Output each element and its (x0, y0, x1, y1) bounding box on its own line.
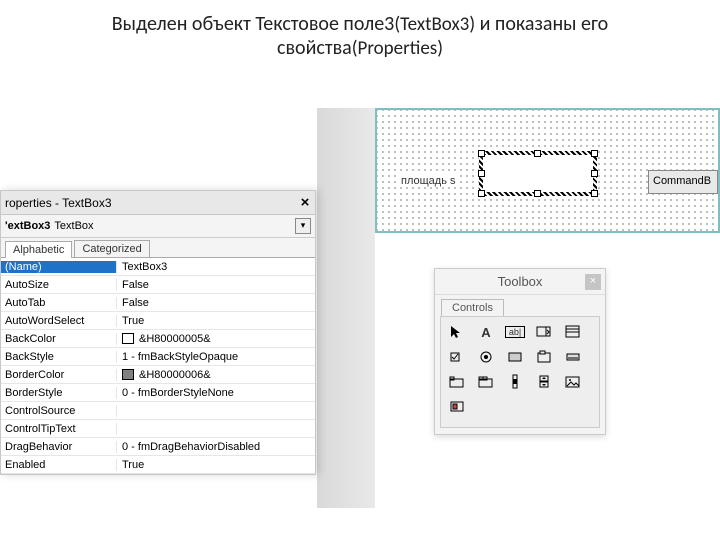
color-swatch (122, 333, 134, 344)
property-value[interactable]: &H80000006& (117, 369, 315, 381)
properties-tabs: Alphabetic Categorized (1, 238, 315, 258)
image-icon[interactable] (562, 372, 584, 392)
property-value[interactable]: &H80000005& (117, 333, 315, 345)
object-selector[interactable]: 'extBox3 TextBox ▾ (1, 215, 315, 238)
property-value[interactable]: 1 - fmBackStyleOpaque (117, 351, 315, 363)
property-name: BackStyle (1, 351, 117, 363)
property-row[interactable]: DragBehavior0 - fmDragBehaviorDisabled (1, 438, 315, 456)
label-icon[interactable]: A (475, 322, 497, 342)
property-name: AutoTab (1, 297, 117, 309)
command-button[interactable]: CommandB (648, 170, 718, 194)
object-name: 'extBox3 (5, 220, 50, 232)
property-name: BorderStyle (1, 387, 117, 399)
properties-titlebar[interactable]: roperties - TextBox3 × (1, 191, 315, 215)
toolbox-titlebar[interactable]: Toolbox × (435, 269, 605, 295)
dropdown-icon[interactable]: ▾ (295, 218, 311, 234)
toolbox-body: A ab| (440, 316, 600, 428)
property-name: Enabled (1, 459, 117, 471)
property-row[interactable]: BorderColor&H80000006& (1, 366, 315, 384)
property-value[interactable]: False (117, 297, 315, 309)
combobox-icon[interactable] (533, 322, 555, 342)
property-value[interactable]: 0 - fmBorderStyleNone (117, 387, 315, 399)
commandbutton-icon[interactable] (562, 347, 584, 367)
property-row[interactable]: EnabledTrue (1, 456, 315, 474)
property-row[interactable]: ControlTipText (1, 420, 315, 438)
property-row[interactable]: BackColor&H80000005& (1, 330, 315, 348)
resize-handle[interactable] (478, 170, 485, 177)
property-name: DragBehavior (1, 441, 117, 453)
property-value[interactable]: True (117, 315, 315, 327)
togglebutton-icon[interactable] (504, 347, 526, 367)
property-row[interactable]: (Name)TextBox3 (1, 258, 315, 276)
spinbutton-icon[interactable] (533, 372, 555, 392)
resize-handle[interactable] (591, 190, 598, 197)
property-name: AutoWordSelect (1, 315, 117, 327)
toolbox-panel[interactable]: Toolbox × Controls A ab| (434, 268, 606, 435)
resize-handle[interactable] (591, 150, 598, 157)
form-label: площадь s (399, 175, 458, 187)
gutter (317, 108, 375, 508)
property-name: BorderColor (1, 369, 117, 381)
close-icon[interactable]: × (295, 194, 315, 211)
resize-handle[interactable] (478, 150, 485, 157)
property-name: ControlSource (1, 405, 117, 417)
property-row[interactable]: ControlSource (1, 402, 315, 420)
refedit-icon[interactable] (446, 397, 468, 417)
multipage-icon[interactable] (475, 372, 497, 392)
color-swatch (122, 369, 134, 380)
page-title: Выделен объект Текстовое поле3(TextBox3)… (0, 0, 720, 66)
textbox-icon[interactable]: ab| (504, 322, 526, 342)
tab-alphabetic[interactable]: Alphabetic (5, 241, 72, 258)
property-value[interactable]: False (117, 279, 315, 291)
resize-handle[interactable] (534, 190, 541, 197)
property-name: AutoSize (1, 279, 117, 291)
resize-handle[interactable] (478, 190, 485, 197)
property-name: BackColor (1, 333, 117, 345)
properties-grid: (Name)TextBox3AutoSizeFalseAutoTabFalseA… (1, 258, 315, 474)
resize-handle[interactable] (591, 170, 598, 177)
properties-panel: roperties - TextBox3 × 'extBox3 TextBox … (0, 190, 316, 475)
close-icon[interactable]: × (585, 274, 601, 290)
properties-title-text: roperties - TextBox3 (5, 196, 112, 210)
property-name: (Name) (1, 261, 117, 273)
property-row[interactable]: AutoTabFalse (1, 294, 315, 312)
frame-icon[interactable] (533, 347, 555, 367)
object-type: TextBox (54, 220, 93, 232)
optionbutton-icon[interactable] (475, 347, 497, 367)
tab-controls[interactable]: Controls (441, 299, 504, 316)
property-name: ControlTipText (1, 423, 117, 435)
toolbox-tabs: Controls (435, 295, 605, 316)
property-row[interactable]: AutoSizeFalse (1, 276, 315, 294)
property-row[interactable]: BackStyle1 - fmBackStyleOpaque (1, 348, 315, 366)
property-value[interactable]: 0 - fmDragBehaviorDisabled (117, 441, 315, 453)
property-row[interactable]: BorderStyle0 - fmBorderStyleNone (1, 384, 315, 402)
property-value[interactable]: True (117, 459, 315, 471)
checkbox-icon[interactable] (446, 347, 468, 367)
scrollbar-icon[interactable] (504, 372, 526, 392)
tab-categorized[interactable]: Categorized (74, 240, 149, 257)
tabstrip-icon[interactable] (446, 372, 468, 392)
toolbox-title-text: Toolbox (498, 274, 543, 289)
property-row[interactable]: AutoWordSelectTrue (1, 312, 315, 330)
property-value[interactable]: TextBox3 (117, 261, 315, 273)
textbox3-selected[interactable] (479, 151, 597, 196)
listbox-icon[interactable] (562, 322, 584, 342)
resize-handle[interactable] (534, 150, 541, 157)
pointer-icon[interactable] (446, 322, 468, 342)
form-designer[interactable]: площадь s CommandB (375, 108, 720, 233)
